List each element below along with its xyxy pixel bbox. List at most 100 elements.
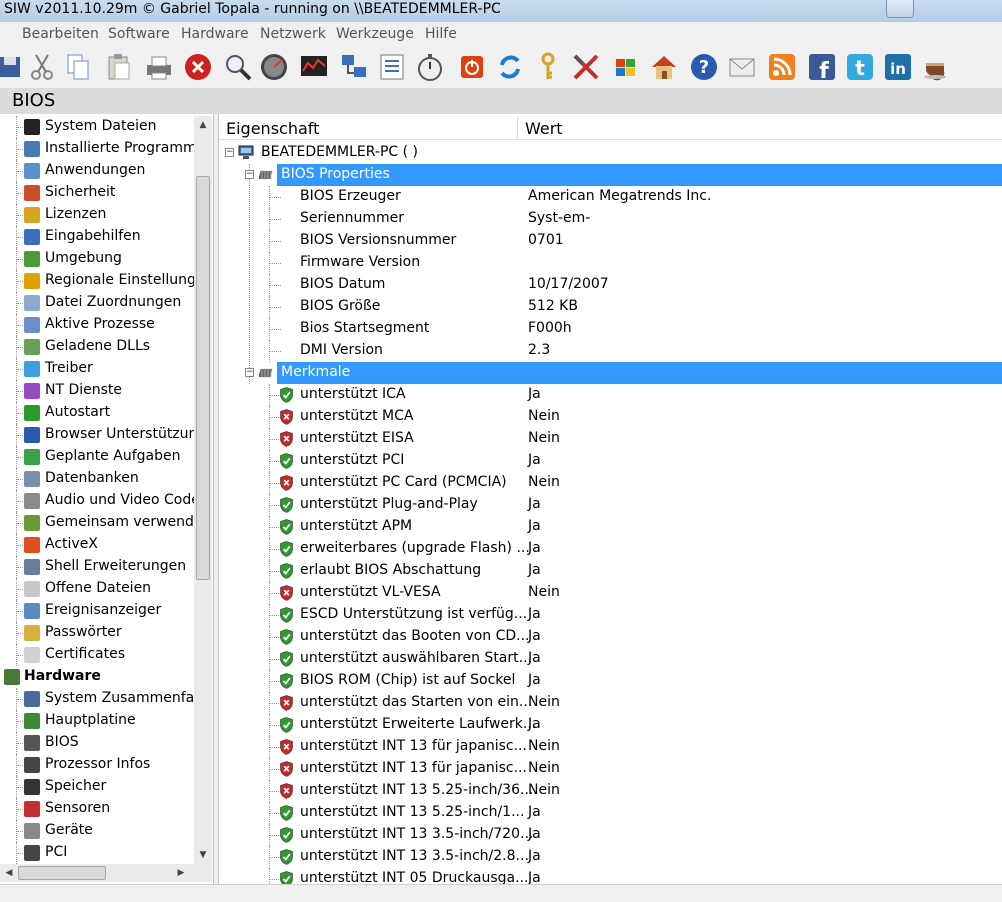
search-icon[interactable] (222, 51, 254, 83)
scroll-up-arrow-icon[interactable]: ▲ (194, 116, 212, 134)
sidebar-item-browser-unterstützung[interactable]: Browser Unterstützung (0, 424, 195, 446)
feature-row[interactable]: unterstützt PC Card (PCMCIA) Nein (219, 472, 1002, 494)
sidebar-item-offene-dateien[interactable]: Offene Dateien (0, 578, 195, 600)
collapse-icon[interactable]: − (245, 170, 254, 179)
feature-row[interactable]: unterstützt MCA Nein (219, 406, 1002, 428)
sidebar-item-prozessor-infos[interactable]: Prozessor Infos (0, 754, 195, 776)
sidebar-item-activex[interactable]: ActiveX (0, 534, 195, 556)
sidebar-item-lizenzen[interactable]: Lizenzen (0, 204, 195, 226)
sidebar-item-ereignisanzeiger[interactable]: Ereignisanzeiger (0, 600, 195, 622)
monitor-icon[interactable] (298, 51, 330, 83)
sidebar-item-gemeinsam-verwendete[interactable]: Gemeinsam verwendete (0, 512, 195, 534)
sidebar-item-pci[interactable]: PCI (0, 842, 195, 864)
scrollbar-thumb[interactable] (18, 866, 106, 880)
menu-software[interactable]: Software (108, 26, 170, 42)
feature-row[interactable]: unterstützt auswählbaren Start... Ja (219, 648, 1002, 670)
sidebar-item-system-zusammenfassung[interactable]: System Zusammenfassung (0, 688, 195, 710)
menu-hardware[interactable]: Hardware (181, 26, 249, 42)
sidebar-item-audio-und-video-codecs[interactable]: Audio und Video Codecs (0, 490, 195, 512)
cut-icon[interactable] (26, 51, 58, 83)
property-row[interactable]: BIOS Datum 10/17/2007 (219, 274, 1002, 296)
feature-row[interactable]: unterstützt INT 13 für japanisc... Nein (219, 736, 1002, 758)
feature-row[interactable]: erweiterbares (upgrade Flash) ... Ja (219, 538, 1002, 560)
feature-row[interactable]: unterstützt das Starten von ein... Nein (219, 692, 1002, 714)
sidebar-item-sicherheit[interactable]: Sicherheit (0, 182, 195, 204)
coffee-icon[interactable] (920, 51, 952, 83)
tree-vertical-scrollbar[interactable]: ▲ ▼ (194, 116, 212, 864)
sidebar-item-installierte-programme[interactable]: Installierte Programme (0, 138, 195, 160)
sidebar-item-passwörter[interactable]: Passwörter (0, 622, 195, 644)
sidebar-item-hauptplatine[interactable]: Hauptplatine (0, 710, 195, 732)
refresh-icon[interactable] (494, 51, 526, 83)
feature-row[interactable]: unterstützt INT 13 5.25-inch/36... Nein (219, 780, 1002, 802)
stop-icon[interactable] (182, 51, 214, 83)
feature-row[interactable]: unterstützt INT 05 Druckausga... Ja (219, 868, 1002, 884)
menu-netzwerk[interactable]: Netzwerk (260, 26, 326, 42)
sidebar-item-autostart[interactable]: Autostart (0, 402, 195, 424)
facebook-icon[interactable]: f (806, 51, 838, 83)
menu-bearbeiten[interactable]: Bearbeiten (22, 26, 99, 42)
sidebar-item-certificates[interactable]: Certificates (0, 644, 195, 666)
feature-row[interactable]: unterstützt VL-VESA Nein (219, 582, 1002, 604)
minimize-button[interactable] (886, 0, 914, 18)
feature-row[interactable]: unterstützt APM Ja (219, 516, 1002, 538)
group-merkmale[interactable]: − Merkmale (219, 362, 1002, 384)
property-row[interactable]: DMI Version 2.3 (219, 340, 1002, 362)
column-header-property[interactable]: Eigenschaft (226, 119, 319, 138)
group-bios-properties[interactable]: − BIOS Properties (219, 164, 1002, 186)
rss-icon[interactable] (766, 51, 798, 83)
scroll-left-arrow-icon[interactable]: ◀ (0, 864, 18, 882)
sidebar-item-datenbanken[interactable]: Datenbanken (0, 468, 195, 490)
key-icon[interactable] (532, 51, 564, 83)
print-icon[interactable] (143, 51, 175, 83)
sidebar-item-aktive-prozesse[interactable]: Aktive Prozesse (0, 314, 195, 336)
property-row[interactable]: BIOS Erzeuger American Megatrends Inc. (219, 186, 1002, 208)
linkedin-icon[interactable]: in (882, 51, 914, 83)
sidebar-item-system-dateien[interactable]: System Dateien (0, 116, 195, 138)
sidebar-item-geräte[interactable]: Geräte (0, 820, 195, 842)
tree-horizontal-scrollbar[interactable]: ◀ ▶ (0, 864, 212, 882)
feature-row[interactable]: unterstützt Plug-and-Play Ja (219, 494, 1002, 516)
scrollbar-thumb[interactable] (196, 176, 210, 580)
feature-row[interactable]: unterstützt INT 13 5.25-inch/1... Ja (219, 802, 1002, 824)
sidebar-item-eingabehilfen[interactable]: Eingabehilfen (0, 226, 195, 248)
feature-row[interactable]: unterstützt PCI Ja (219, 450, 1002, 472)
column-header-value[interactable]: Wert (525, 119, 563, 138)
mail-icon[interactable] (726, 51, 758, 83)
feature-row[interactable]: unterstützt Erweiterte Laufwerk... Ja (219, 714, 1002, 736)
property-row[interactable]: Seriennummer Syst-em- (219, 208, 1002, 230)
speedometer-icon[interactable] (258, 51, 290, 83)
property-row[interactable]: BIOS Größe 512 KB (219, 296, 1002, 318)
sidebar-item-regionale-einstellungen[interactable]: Regionale Einstellungen (0, 270, 195, 292)
feature-row[interactable]: ESCD Unterstützung ist verfüg... Ja (219, 604, 1002, 626)
sidebar-item-shell-erweiterungen[interactable]: Shell Erweiterungen (0, 556, 195, 578)
network-icon[interactable] (338, 51, 370, 83)
feature-row[interactable]: unterstützt das Booten von CD... Ja (219, 626, 1002, 648)
twitter-icon[interactable]: t (844, 51, 876, 83)
collapse-icon[interactable]: − (245, 368, 254, 377)
property-row[interactable]: Firmware Version (219, 252, 1002, 274)
stopwatch-icon[interactable] (414, 51, 446, 83)
copy-icon[interactable] (62, 51, 94, 83)
sidebar-item-treiber[interactable]: Treiber (0, 358, 195, 380)
sidebar-item-geplante-aufgaben[interactable]: Geplante Aufgaben (0, 446, 195, 468)
column-divider[interactable] (517, 116, 518, 140)
sidebar-item-nt-dienste[interactable]: NT Dienste (0, 380, 195, 402)
sidebar-item-hardware[interactable]: Hardware (0, 666, 195, 688)
sidebar-item-bios[interactable]: BIOS (0, 732, 195, 754)
feature-row[interactable]: erlaubt BIOS Abschattung Ja (219, 560, 1002, 582)
feature-row[interactable]: BIOS ROM (Chip) ist auf Sockel Ja (219, 670, 1002, 692)
feature-row[interactable]: unterstützt ICA Ja (219, 384, 1002, 406)
shutdown-icon[interactable] (456, 51, 488, 83)
help-icon[interactable]: ? (688, 51, 720, 83)
tools-icon[interactable] (570, 51, 602, 83)
feature-row[interactable]: unterstützt INT 13 3.5-inch/2.8... Ja (219, 846, 1002, 868)
property-row[interactable]: Bios Startsegment F000h (219, 318, 1002, 340)
menu-werkzeuge[interactable]: Werkzeuge (336, 26, 414, 42)
list-icon[interactable] (376, 51, 408, 83)
sidebar-item-geladene-dlls[interactable]: Geladene DLLs (0, 336, 195, 358)
feature-row[interactable]: unterstützt INT 13 3.5-inch/720... Ja (219, 824, 1002, 846)
feature-row[interactable]: unterstützt EISA Nein (219, 428, 1002, 450)
collapse-icon[interactable]: − (225, 148, 234, 157)
scroll-down-arrow-icon[interactable]: ▼ (194, 846, 212, 864)
